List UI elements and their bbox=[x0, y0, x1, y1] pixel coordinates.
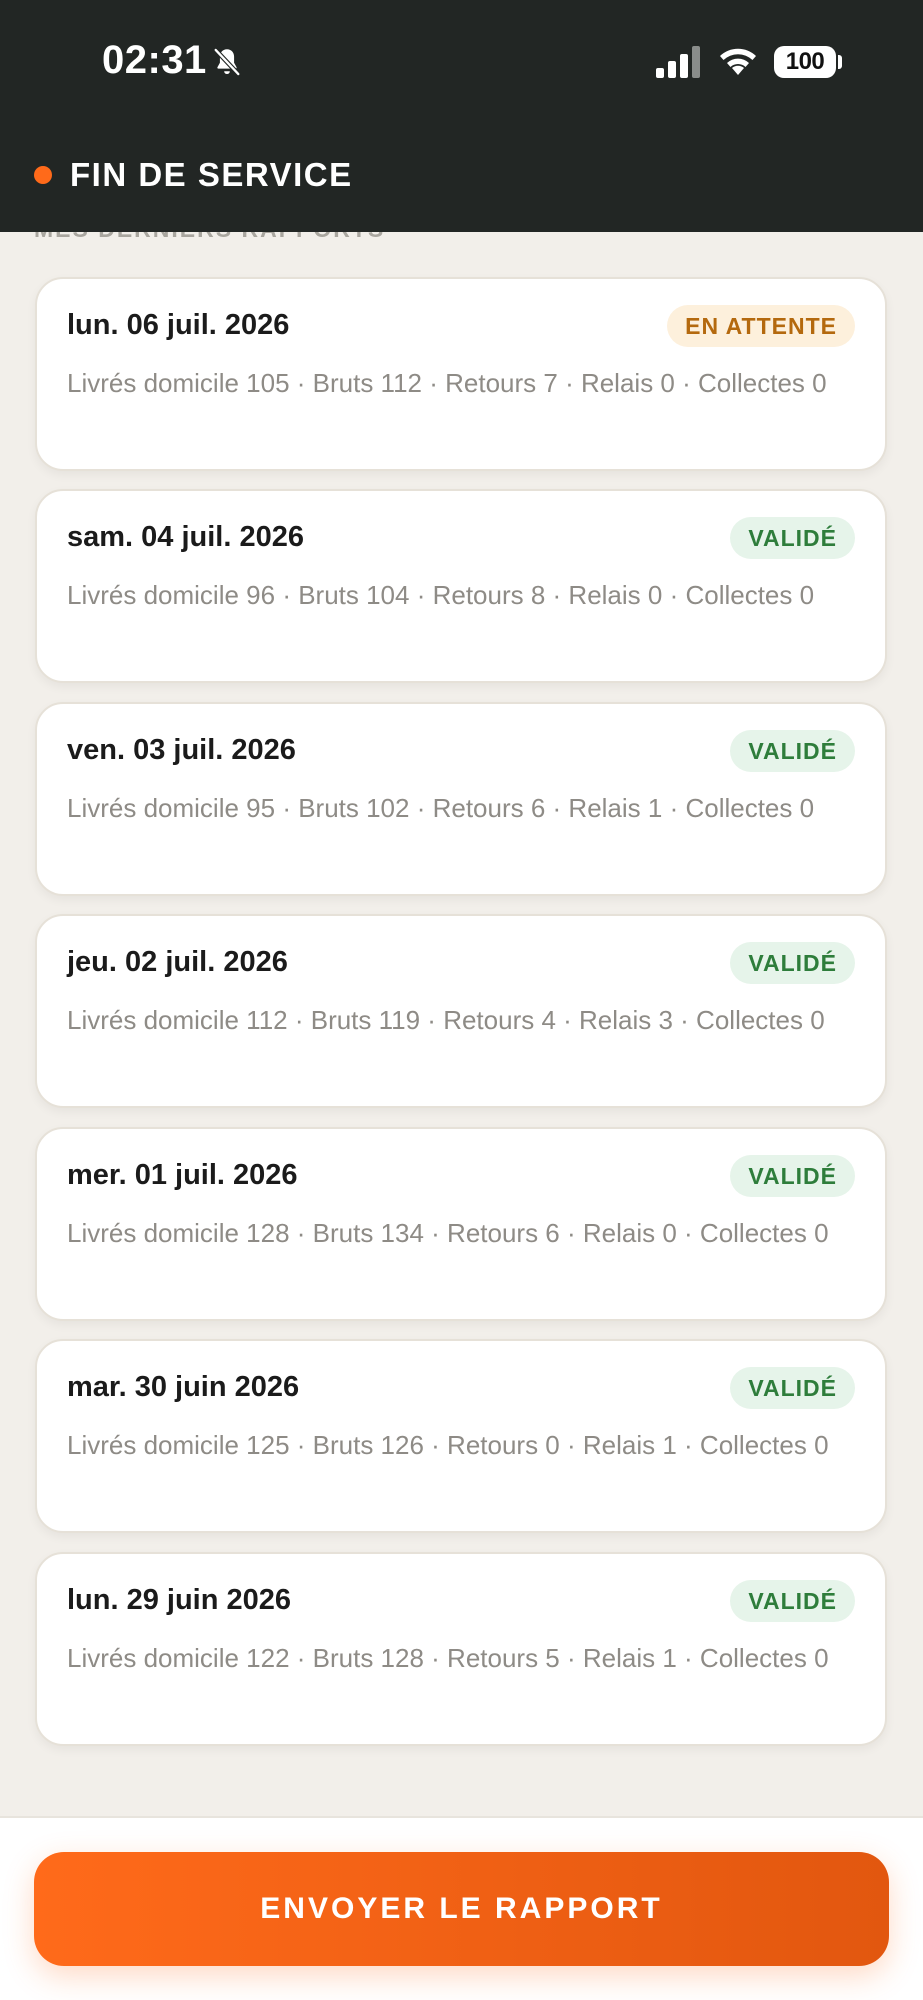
reports-scroll-area[interactable]: MES DERNIERS RAPPORTS lun. 06 juil. 2026… bbox=[0, 232, 923, 1816]
report-stats: Livrés domicile 128 · Bruts 134 · Retour… bbox=[67, 1218, 829, 1248]
report-date: lun. 06 juil. 2026 bbox=[67, 309, 290, 341]
status-badge: VALIDÉ bbox=[730, 517, 855, 559]
status-badge: VALIDÉ bbox=[730, 730, 855, 772]
bell-slash-icon bbox=[213, 47, 241, 77]
report-card[interactable]: lun. 29 juin 2026 VALIDÉ Livrés domicile… bbox=[35, 1552, 887, 1746]
report-date: lun. 29 juin 2026 bbox=[67, 1584, 292, 1616]
report-date: jeu. 02 juil. 2026 bbox=[67, 946, 288, 978]
report-stats: Livrés domicile 125 · Bruts 126 · Retour… bbox=[67, 1430, 829, 1460]
status-dot-icon bbox=[34, 166, 52, 184]
status-badge: VALIDÉ bbox=[730, 942, 855, 984]
status-badge: VALIDÉ bbox=[730, 1580, 855, 1622]
wifi-icon bbox=[720, 48, 756, 75]
section-title: MES DERNIERS RAPPORTS bbox=[34, 232, 385, 243]
status-bar: 02:31 100 bbox=[0, 0, 923, 124]
signal-icon bbox=[656, 46, 700, 78]
report-stats: Livrés domicile 122 · Bruts 128 · Retour… bbox=[67, 1643, 829, 1673]
report-card[interactable]: mar. 30 juin 2026 VALIDÉ Livrés domicile… bbox=[35, 1339, 887, 1533]
status-badge: EN ATTENTE bbox=[667, 305, 855, 347]
battery-cap bbox=[838, 55, 842, 69]
report-date: mar. 30 juin 2026 bbox=[67, 1371, 300, 1403]
report-card[interactable]: mer. 01 juil. 2026 VALIDÉ Livrés domicil… bbox=[35, 1127, 887, 1321]
report-card[interactable]: jeu. 02 juil. 2026 VALIDÉ Livrés domicil… bbox=[35, 914, 887, 1108]
send-report-button[interactable]: ENVOYER LE RAPPORT bbox=[34, 1852, 889, 1966]
status-badge: VALIDÉ bbox=[730, 1155, 855, 1197]
status-time: 02:31 bbox=[102, 38, 207, 82]
report-stats: Livrés domicile 105 · Bruts 112 · Retour… bbox=[67, 368, 827, 398]
report-stats: Livrés domicile 96 · Bruts 104 · Retours… bbox=[67, 580, 815, 610]
report-date: ven. 03 juil. 2026 bbox=[67, 734, 296, 766]
report-date: sam. 04 juil. 2026 bbox=[67, 521, 304, 553]
report-stats: Livrés domicile 112 · Bruts 119 · Retour… bbox=[67, 1005, 825, 1035]
status-badge: VALIDÉ bbox=[730, 1367, 855, 1409]
app-header: 02:31 100 FIN DE SERVICE bbox=[0, 0, 923, 232]
report-card[interactable]: ven. 03 juil. 2026 VALIDÉ Livrés domicil… bbox=[35, 702, 887, 896]
app-screen: 02:31 100 FIN DE SERVICE lun. 06 juil. 2… bbox=[0, 0, 923, 2000]
report-card[interactable]: sam. 04 juil. 2026 VALIDÉ Livrés domicil… bbox=[35, 489, 887, 683]
page-title: FIN DE SERVICE bbox=[70, 156, 353, 193]
report-date: mer. 01 juil. 2026 bbox=[67, 1159, 298, 1191]
bottom-action-bar: ENVOYER LE RAPPORT bbox=[0, 1816, 923, 2000]
report-stats: Livrés domicile 95 · Bruts 102 · Retours… bbox=[67, 793, 815, 823]
battery-icon: 100 bbox=[774, 46, 836, 78]
app-title-row: FIN DE SERVICE bbox=[34, 156, 353, 194]
report-card[interactable]: lun. 06 juil. 2026 EN ATTENTE Livrés dom… bbox=[35, 277, 887, 471]
